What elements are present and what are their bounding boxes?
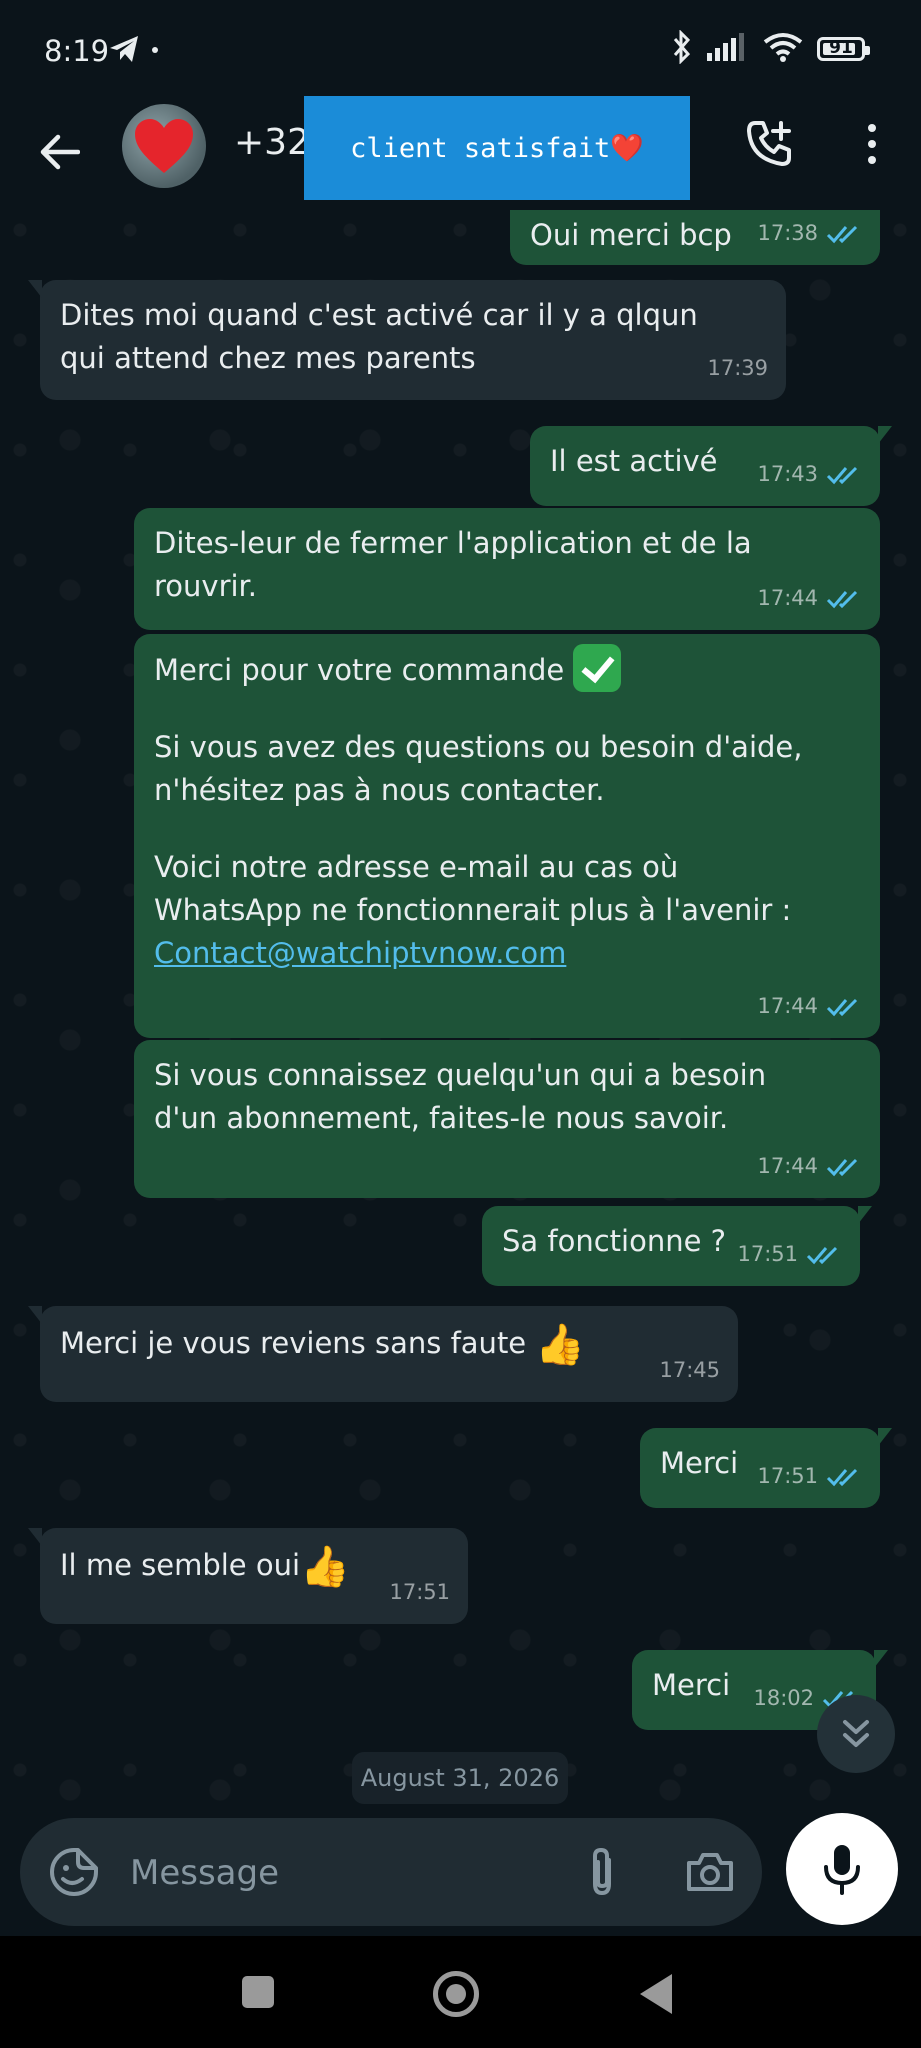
check-mark-emoji-icon <box>573 644 622 692</box>
message-time: 17:38 <box>757 221 818 245</box>
message-bubble-incoming[interactable]: Merci je vous reviens sans faute 👍 17:45 <box>28 1306 738 1402</box>
contact-name[interactable]: +32 <box>234 122 310 163</box>
message-composer <box>20 1818 762 1926</box>
wifi-icon <box>763 32 803 66</box>
camera-button[interactable] <box>680 1842 740 1902</box>
message-time: 18:02 <box>753 1686 814 1710</box>
read-ticks-icon <box>806 1246 838 1264</box>
message-bubble-outgoing[interactable]: Si vous connaissez quelqu'un qui a besoi… <box>134 1040 880 1198</box>
date-separator: August 31, 2026 <box>352 1752 568 1804</box>
telegram-notification-icon <box>108 30 168 74</box>
message-text: Il me semble oui <box>60 1548 301 1582</box>
sticker-icon <box>50 1848 98 1896</box>
voice-record-button[interactable] <box>786 1813 898 1925</box>
email-link[interactable]: Contact@watchiptvnow.com <box>154 936 566 970</box>
thumbs-up-emoji-icon: 👍 <box>300 1544 350 1590</box>
read-ticks-icon <box>826 466 858 484</box>
message-time: 17:44 <box>757 586 818 610</box>
message-bubble-outgoing[interactable]: Oui merci bcp 17:38 <box>510 210 880 265</box>
message-time: 17:51 <box>737 1242 798 1266</box>
message-time: 17:51 <box>757 1464 818 1488</box>
read-ticks-icon <box>826 1158 858 1176</box>
message-time: 17:51 <box>389 1580 450 1604</box>
scroll-to-bottom-button[interactable] <box>817 1695 895 1773</box>
overflow-menu-button[interactable] <box>856 114 888 174</box>
message-time: 17:45 <box>659 1358 720 1382</box>
message-text: Si vous avez des questions ou besoin d'a… <box>154 730 803 807</box>
message-bubble-incoming[interactable]: Dites moi quand c'est activé car il y a … <box>28 280 786 400</box>
battery-icon: 91 <box>817 37 870 61</box>
home-button[interactable] <box>433 1971 479 2017</box>
arrow-left-icon <box>40 134 80 170</box>
heart-icon <box>135 119 193 173</box>
message-bubble-incoming[interactable]: Il me semble oui👍 17:51 <box>28 1528 468 1624</box>
status-bar: 8:19 91 <box>0 0 921 100</box>
message-list[interactable]: Oui merci bcp 17:38 Dites moi quand c'es… <box>0 210 921 1815</box>
annotation-overlay-label: client satisfait❤️ <box>304 96 690 200</box>
message-bubble-outgoing[interactable]: Merci 17:51 <box>640 1428 892 1508</box>
microphone-icon <box>824 1845 860 1895</box>
phone-add-icon <box>747 121 791 166</box>
message-line: Merci pour votre commande <box>154 644 860 696</box>
message-time: 17:43 <box>757 462 818 486</box>
battery-level: 91 <box>829 38 853 58</box>
read-ticks-icon <box>826 590 858 608</box>
message-bubble-outgoing[interactable]: Sa fonctionne ? 17:51 <box>482 1206 872 1286</box>
thumbs-up-emoji-icon: 👍 <box>535 1322 586 1368</box>
bluetooth-icon <box>671 29 693 68</box>
message-text: Dites moi quand c'est activé car il y a … <box>60 298 698 375</box>
message-bubble-outgoing[interactable]: Il est activé 17:43 <box>530 426 892 506</box>
message-input[interactable] <box>128 1838 572 1908</box>
avatar[interactable] <box>122 104 206 188</box>
attach-button[interactable] <box>572 1842 632 1902</box>
double-chevron-down-icon <box>843 1720 869 1747</box>
system-back-button[interactable] <box>640 1974 672 2014</box>
paperclip-icon <box>593 1847 611 1896</box>
status-icons: 91 <box>671 29 870 68</box>
signal-icon <box>707 33 749 65</box>
dot-icon <box>868 156 876 164</box>
read-ticks-icon <box>826 1468 858 1486</box>
message-text: Voici notre adresse e-mail au cas où Wha… <box>154 850 792 927</box>
message-time: 17:39 <box>707 356 768 380</box>
message-time: 17:44 <box>757 1154 818 1178</box>
emoji-sticker-button[interactable] <box>48 1846 100 1898</box>
message-bubble-outgoing[interactable]: Merci pour votre commande Si vous avez d… <box>134 634 880 1038</box>
status-time: 8:19 <box>44 34 110 68</box>
message-bubble-outgoing[interactable]: Dites-leur de fermer l'application et de… <box>134 508 880 630</box>
read-ticks-icon <box>826 225 858 243</box>
read-ticks-icon <box>826 998 858 1016</box>
message-text: Si vous connaissez quelqu'un qui a besoi… <box>154 1058 767 1135</box>
recent-apps-button[interactable] <box>242 1976 274 2008</box>
dot-icon <box>868 124 876 132</box>
message-text: Merci je vous reviens sans faute <box>60 1326 527 1360</box>
add-call-button[interactable] <box>740 114 800 174</box>
camera-icon <box>687 1853 733 1891</box>
message-text: Merci pour votre commande <box>154 653 565 687</box>
message-text: Dites-leur de fermer l'application et de… <box>154 526 752 603</box>
back-button[interactable] <box>30 122 90 182</box>
dot-icon <box>868 140 876 148</box>
message-time: 17:44 <box>757 994 818 1018</box>
